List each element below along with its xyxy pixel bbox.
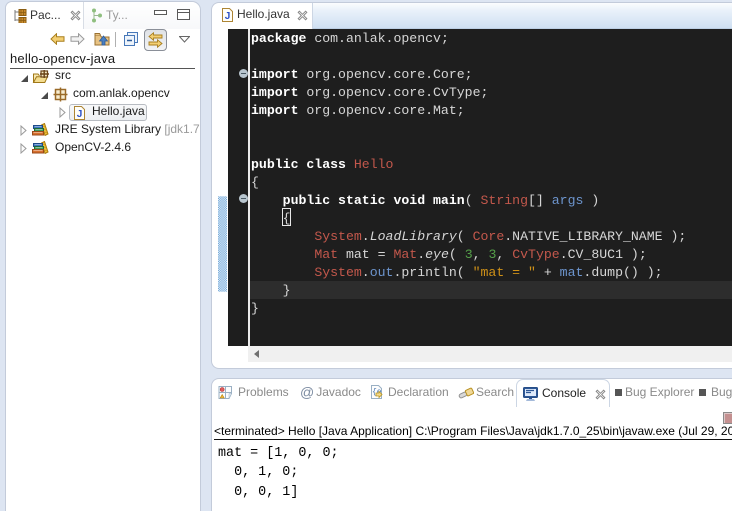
svg-text:J: J bbox=[77, 109, 83, 120]
svg-text:J: J bbox=[225, 11, 231, 22]
